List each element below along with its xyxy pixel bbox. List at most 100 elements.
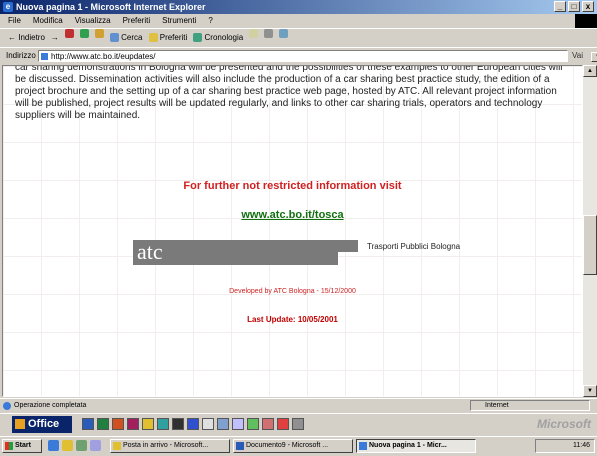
scroll-up-icon[interactable]: ▲	[583, 65, 597, 77]
ie-task-icon	[359, 442, 367, 450]
menu-tools[interactable]: Strumenti	[162, 14, 196, 28]
page-icon	[41, 53, 48, 60]
outlook-icon[interactable]	[142, 418, 154, 430]
title-bar[interactable]: e Nuova pagina 1 - Microsoft Internet Ex…	[0, 0, 597, 14]
office-label: Office	[28, 418, 60, 430]
atc-logo-bar	[133, 240, 358, 252]
search-icon	[109, 33, 119, 43]
home-icon[interactable]	[94, 29, 104, 38]
quick-launch	[48, 440, 101, 451]
history-icon	[193, 33, 203, 43]
body-paragraph: car sharing demonstrations in Bologna wi…	[15, 65, 573, 122]
taskbar: Start Posta in arrivo - Microsoft... Doc…	[0, 436, 597, 456]
address-label: Indirizzo	[6, 51, 36, 60]
history-button[interactable]: Cronologia	[193, 29, 243, 46]
task-label: Nuova pagina 1 - Micr...	[369, 442, 447, 449]
vertical-scrollbar[interactable]: ▲ ▼	[583, 65, 597, 397]
tasks-icon[interactable]	[247, 418, 259, 430]
publisher-icon[interactable]	[157, 418, 169, 430]
taskbar-item-inbox[interactable]: Posta in arrivo - Microsoft...	[110, 439, 230, 453]
back-button[interactable]: ← Indietro	[8, 29, 45, 46]
task-label: Posta in arrivo - Microsoft...	[123, 442, 209, 449]
favorites-icon	[148, 33, 158, 43]
toolbar: ← Indietro → Cerca Preferiti Cronologia	[0, 28, 597, 46]
atc-logo-bar-lower	[133, 252, 338, 265]
taskbar-item-document[interactable]: Documento9 - Microsoft ...	[233, 439, 353, 453]
inbox-task-icon	[113, 442, 121, 450]
scroll-thumb[interactable]	[583, 215, 597, 275]
word-task-icon	[236, 442, 244, 450]
atc-logo-caption: Trasporti Pubblici Bologna	[367, 242, 461, 251]
start-button[interactable]: Start	[2, 439, 42, 453]
window-title: Nuova pagina 1 - Microsoft Internet Expl…	[16, 2, 206, 12]
page-content: car sharing demonstrations in Bologna wi…	[2, 65, 583, 397]
desktop-quicklaunch-icon[interactable]	[76, 440, 87, 451]
clock[interactable]: 11:46	[573, 442, 590, 449]
maximize-button[interactable]: □	[568, 1, 580, 12]
microsoft-brand: Microsoft	[537, 417, 591, 431]
favorites-button[interactable]: Preferiti	[148, 29, 188, 46]
menu-view[interactable]: Visualizza	[75, 14, 111, 28]
print-icon[interactable]	[264, 29, 274, 38]
refresh-icon[interactable]	[79, 29, 89, 38]
notes-icon[interactable]	[232, 418, 244, 430]
history-label: Cronologia	[204, 33, 244, 42]
journal-icon[interactable]	[262, 418, 274, 430]
edit-icon[interactable]	[279, 29, 289, 38]
excel-icon[interactable]	[97, 418, 109, 430]
start-label: Start	[15, 442, 31, 449]
menu-file[interactable]: File	[8, 14, 21, 28]
menu-edit[interactable]: Modifica	[33, 14, 63, 28]
address-dropdown-icon[interactable]: ▼	[591, 52, 597, 62]
window-controls: _ □ x	[554, 1, 594, 12]
status-text: Operazione completata	[14, 402, 87, 409]
search-files-icon[interactable]	[292, 418, 304, 430]
help-icon[interactable]	[277, 418, 289, 430]
system-tray: 11:46	[535, 439, 595, 453]
windows-logo-icon	[575, 14, 597, 28]
taskbar-item-ie[interactable]: Nuova pagina 1 - Micr...	[356, 439, 476, 453]
paragraph-text: car sharing demonstrations in Bologna wi…	[15, 65, 563, 121]
back-label: Indietro	[18, 33, 45, 42]
mail-icon[interactable]	[249, 29, 259, 38]
forward-button[interactable]: →	[51, 29, 59, 46]
info-heading: For further not restricted information v…	[183, 180, 402, 192]
office-shortcut-bar: Office Microsoft	[0, 413, 597, 436]
word-icon[interactable]	[82, 418, 94, 430]
minimize-button[interactable]: _	[554, 1, 566, 12]
stop-icon[interactable]	[64, 29, 74, 38]
windows-flag-icon	[5, 442, 13, 450]
last-update: Last Update: 10/05/2001	[247, 315, 338, 324]
favorites-label: Preferiti	[159, 33, 188, 42]
status-bar: Operazione completata Internet	[0, 398, 597, 413]
office-logo-icon	[15, 419, 25, 429]
search-label: Cerca	[121, 33, 143, 42]
close-button[interactable]: x	[582, 1, 594, 12]
address-bar: Indirizzo http://www.atc.bo.it/eupdates/…	[0, 47, 597, 65]
info-link[interactable]: www.atc.bo.it/tosca	[3, 209, 582, 221]
atc-logo: atc	[137, 239, 163, 264]
office-button[interactable]: Office	[12, 416, 72, 433]
address-value: http://www.atc.bo.it/eupdates/	[51, 52, 156, 61]
ie-quicklaunch-icon[interactable]	[48, 440, 59, 451]
calendar-icon[interactable]	[202, 418, 214, 430]
outlook-quicklaunch-icon[interactable]	[62, 440, 73, 451]
ie-logo-icon: e	[3, 2, 13, 12]
task-label: Documento9 - Microsoft ...	[246, 442, 329, 449]
channels-quicklaunch-icon[interactable]	[90, 440, 101, 451]
search-button[interactable]: Cerca	[109, 29, 143, 46]
contacts-icon[interactable]	[217, 418, 229, 430]
binder-icon[interactable]	[172, 418, 184, 430]
menu-help[interactable]: ?	[208, 14, 212, 28]
menu-bar: File Modifica Visualizza Preferiti Strum…	[0, 14, 597, 28]
menu-favorites[interactable]: Preferiti	[123, 14, 151, 28]
frontpage-icon[interactable]	[187, 418, 199, 430]
go-button[interactable]: Vai	[572, 51, 583, 60]
scroll-down-icon[interactable]: ▼	[583, 385, 597, 397]
zone-label: Internet	[485, 402, 509, 409]
address-input[interactable]: http://www.atc.bo.it/eupdates/ ▼	[38, 50, 597, 62]
powerpoint-icon[interactable]	[112, 418, 124, 430]
office-app-icons	[82, 418, 304, 430]
access-icon[interactable]	[127, 418, 139, 430]
developed-by: Developed by ATC Bologna - 15/12/2000	[229, 288, 356, 295]
